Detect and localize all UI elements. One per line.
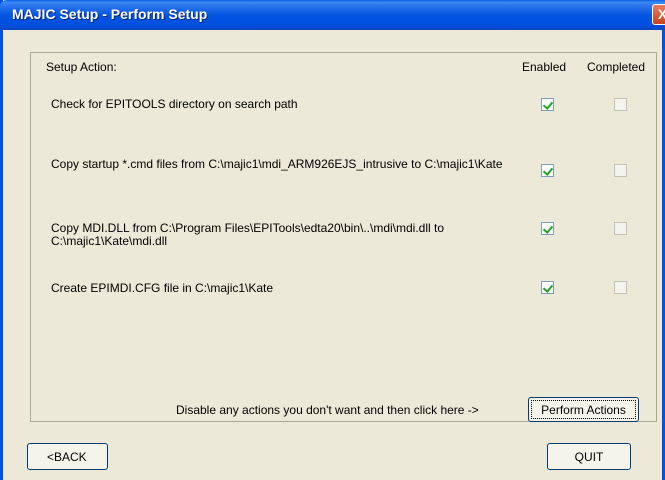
instruction-text: Disable any actions you don't want and t… — [176, 403, 479, 417]
completed-checkbox — [614, 98, 627, 111]
setup-action-label: Create EPIMDI.CFG file in C:\majic1\Kate — [51, 281, 274, 295]
header-enabled: Enabled — [522, 60, 567, 74]
header-setup-action: Setup Action: — [46, 60, 117, 74]
title-bar: MAJIC Setup - Perform Setup X — [0, 0, 665, 30]
enabled-checkbox[interactable] — [541, 98, 554, 111]
completed-checkbox — [614, 281, 627, 294]
close-icon[interactable]: X — [652, 4, 665, 25]
completed-checkbox — [614, 164, 627, 177]
enabled-checkbox[interactable] — [541, 281, 554, 294]
setup-action-label: Check for EPITOOLS directory on search p… — [51, 97, 298, 111]
completed-checkbox — [614, 222, 627, 235]
quit-button[interactable]: QUIT — [547, 443, 631, 470]
window-title: MAJIC Setup - Perform Setup — [12, 6, 208, 22]
enabled-checkbox[interactable] — [541, 164, 554, 177]
enabled-checkbox[interactable] — [541, 222, 554, 235]
setup-action-label: Copy MDI.DLL from C:\Program Files\EPITo… — [51, 221, 445, 248]
setup-action-label: Copy startup *.cmd files from C:\majic1\… — [51, 157, 503, 171]
back-button[interactable]: <BACK — [27, 443, 108, 470]
header-completed: Completed — [587, 60, 646, 74]
perform-actions-button[interactable]: Perform Actions — [528, 397, 639, 422]
